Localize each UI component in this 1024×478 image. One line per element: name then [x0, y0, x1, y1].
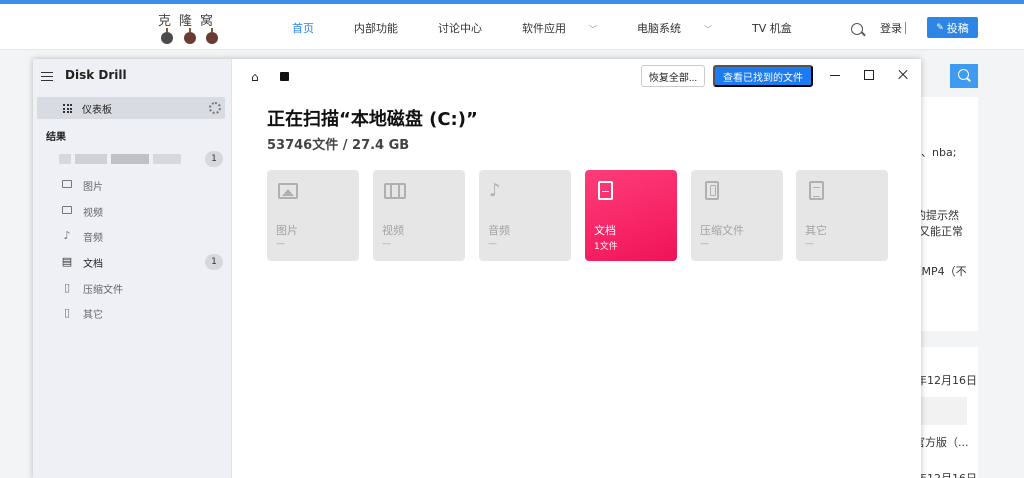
site-header: 克隆窝 首页 内部功能 讨论中心 软件应用 ﹀ 电脑系统 ﹀ TV 机盒 登录 ✎ 投… — [0, 4, 1024, 50]
tile-count: — — [488, 239, 497, 249]
site-nav: 首页 内部功能 讨论中心 软件应用 ﹀ 电脑系统 ﹀ TV 机盒 — [292, 20, 832, 36]
image-icon — [277, 180, 301, 202]
search-icon — [958, 69, 969, 80]
snippet-text: 、nba; — [921, 146, 957, 159]
home-icon[interactable]: ⌂ — [251, 70, 259, 84]
close-window-icon[interactable] — [896, 68, 910, 82]
sidebar-item-label: 文档 — [83, 259, 103, 270]
other-file-icon: ▯ — [63, 306, 71, 319]
archive-icon — [701, 180, 725, 202]
search-icon[interactable] — [851, 23, 863, 35]
document-icon — [595, 180, 619, 202]
tile-label: 其它 — [805, 224, 827, 237]
sidebar-item-dashboard[interactable]: 仪表板 — [37, 97, 225, 119]
sidebar-item-documents[interactable]: ▤ 文档 — [61, 253, 227, 271]
bomb-icon — [206, 28, 218, 44]
snippet-text: AMP4（不 — [921, 265, 967, 278]
tile-label: 视频 — [382, 224, 404, 237]
nav-item-home[interactable]: 首页 — [292, 20, 334, 36]
main-panel: ⌂ 恢复全部... 查看已找到的文件 正在扫描“本地磁盘 (C:)” 53746… — [232, 59, 921, 478]
blurred-item-label[interactable] — [59, 154, 181, 164]
snippet-text: 的提示然 — [921, 209, 959, 222]
sidebar: Disk Drill 仪表板 结果 1 图片 视频 ♪ 音频 ▤ 文档 1 ▯ … — [33, 59, 232, 478]
results-section-label: 结果 — [46, 132, 66, 143]
snippet-date: 年12月16日 — [921, 374, 977, 387]
app-title: Disk Drill — [65, 68, 127, 82]
tile-documents[interactable]: 文档 1文件 — [585, 170, 677, 261]
view-found-files-button[interactable]: 查看已找到的文件 — [713, 65, 813, 87]
sidebar-item-label: 仪表板 — [82, 105, 112, 116]
tile-label: 图片 — [276, 224, 298, 237]
music-note-icon: ♪ — [63, 229, 71, 242]
count-badge: 1 — [205, 151, 223, 167]
post-button[interactable]: ✎ 投稿 — [927, 17, 978, 38]
image-icon — [61, 179, 73, 191]
film-icon — [61, 205, 73, 217]
tile-count: — — [700, 239, 709, 249]
bomb-icon — [161, 28, 173, 44]
grid-icon — [63, 104, 72, 113]
stop-scan-icon[interactable] — [280, 72, 289, 81]
tile-label: 压缩文件 — [700, 224, 744, 237]
sidebar-item-label: 图片 — [83, 182, 103, 193]
maximize-window-icon[interactable] — [864, 70, 874, 80]
count-badge: 1 — [205, 254, 223, 270]
tile-video[interactable]: 视频 — — [373, 170, 465, 261]
tile-other[interactable]: 其它 — — [796, 170, 888, 261]
tile-count: — — [805, 239, 814, 249]
loading-spinner-icon — [209, 102, 221, 114]
nav-item-software[interactable]: 软件应用 ﹀ — [522, 20, 617, 36]
sidebar-item-pictures[interactable]: 图片 — [61, 176, 227, 194]
sidebar-item-label: 视频 — [83, 208, 103, 219]
nav-item-pc-system[interactable]: 电脑系统 ﹀ — [637, 20, 732, 36]
chevron-down-icon: ﹀ — [704, 25, 712, 34]
tile-count: — — [382, 239, 391, 249]
site-search-button[interactable] — [950, 64, 978, 88]
restore-all-button[interactable]: 恢复全部... — [641, 65, 705, 87]
nav-item-internal[interactable]: 内部功能 — [354, 20, 418, 36]
sidebar-item-label: 音频 — [83, 233, 103, 244]
sidebar-item-video[interactable]: 视频 — [61, 202, 227, 220]
sidebar-item-other[interactable]: ▯ 其它 — [61, 304, 227, 322]
document-icon: ▤ — [61, 255, 73, 268]
tile-archives[interactable]: 压缩文件 — — [691, 170, 783, 261]
site-logo-text: 克隆窝 — [158, 14, 222, 29]
tile-label: 音频 — [488, 224, 510, 237]
divider — [905, 22, 906, 34]
snippet-text: 又能正常 — [921, 225, 963, 238]
site-gray-block — [921, 397, 967, 425]
tile-audio[interactable]: ♪ 音频 — — [479, 170, 571, 261]
scan-summary: 53746文件 / 27.4 GB — [267, 138, 410, 153]
login-link[interactable]: 登录 — [880, 20, 902, 36]
nav-item-discussion[interactable]: 讨论中心 — [438, 20, 502, 36]
hamburger-menu-icon[interactable] — [41, 72, 53, 81]
tile-count: — — [276, 239, 285, 249]
disk-drill-window: Disk Drill 仪表板 结果 1 图片 视频 ♪ 音频 ▤ 文档 1 ▯ … — [33, 59, 921, 478]
snippet-date: 年12月16日 — [921, 470, 977, 478]
snippet-text: 官方版（... — [921, 436, 969, 449]
sidebar-item-label: 压缩文件 — [83, 285, 123, 296]
sidebar-item-audio[interactable]: ♪ 音频 — [61, 227, 227, 245]
site-logo[interactable]: 克隆窝 — [158, 10, 224, 48]
edit-icon: ✎ — [936, 22, 944, 33]
scan-title: 正在扫描“本地磁盘 (C:)” — [267, 109, 478, 130]
tile-count: 1文件 — [594, 242, 618, 252]
tile-pictures[interactable]: 图片 — — [267, 170, 359, 261]
chevron-down-icon: ﹀ — [589, 25, 597, 34]
bomb-icon — [184, 28, 196, 44]
site-side-card: 、nba; 的提示然 又能正常 AMP4（不 — [921, 97, 978, 331]
film-icon — [383, 180, 407, 202]
sidebar-item-label: 其它 — [83, 310, 103, 321]
tile-label: 文档 — [594, 224, 616, 237]
nav-item-tv-box[interactable]: TV 机盒 — [752, 20, 812, 36]
archive-icon: ▯ — [63, 281, 71, 294]
music-note-icon: ♪ — [489, 180, 501, 201]
sidebar-item-archives[interactable]: ▯ 压缩文件 — [61, 279, 227, 297]
other-file-icon — [806, 180, 830, 202]
minimize-window-icon[interactable] — [830, 75, 840, 76]
